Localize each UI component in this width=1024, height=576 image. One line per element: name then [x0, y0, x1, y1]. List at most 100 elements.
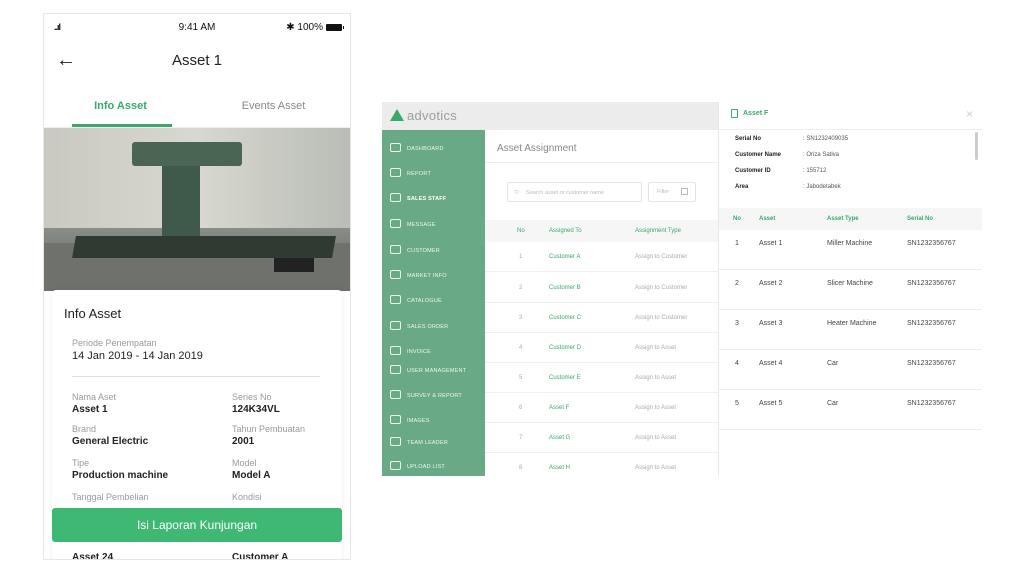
page-title: Asset 1 — [171, 52, 223, 69]
info-value: : Oriza Sativa — [803, 152, 840, 158]
card-title: Info Asset — [64, 306, 122, 321]
images-icon — [390, 415, 401, 424]
row-number: 1 — [735, 240, 739, 247]
asset-table-header: No Asset Asset Type Serial No — [719, 208, 982, 230]
row-number: 3 — [735, 320, 739, 327]
title-divider — [485, 162, 718, 163]
field-label: Tanggal Pembelian — [72, 492, 149, 502]
info-value: : Jabodetabek — [803, 184, 841, 190]
nav-label: SALES STAFF — [407, 196, 447, 202]
row-asset: Asset 3 — [759, 320, 783, 327]
report-icon — [390, 168, 401, 177]
search-input[interactable] — [526, 186, 638, 199]
machine-controls — [274, 258, 314, 272]
machine-head — [132, 142, 242, 166]
nav-label: USER MANAGEMENT — [407, 368, 467, 374]
nav-market-info[interactable]: MARKET INFO — [382, 265, 485, 287]
nav-label: SALES ORDER — [407, 324, 449, 330]
row-assigned-to: Customer C — [549, 315, 582, 321]
nav-message[interactable]: MESSAGE — [382, 214, 485, 236]
row-assigned-to: Asset G — [549, 435, 571, 441]
table-row[interactable]: 3 Asset 3 Heater Machine SN1232356767 — [719, 310, 982, 350]
table-row[interactable]: 1 Customer A Assign to Customer — [485, 242, 718, 272]
table-row[interactable]: 5 Customer E Assign to Asset — [485, 363, 718, 393]
row-assignment-type: Assign to Customer — [635, 254, 688, 260]
nav-report[interactable]: REPORT — [382, 163, 485, 185]
row-asset-type: Slicer Machine — [827, 280, 873, 287]
row-serial: SN1232356767 — [907, 320, 956, 327]
field-value: Production machine — [72, 470, 169, 481]
nav-images[interactable]: IMAGES — [382, 410, 485, 432]
card-divider — [72, 376, 320, 377]
invoice-icon — [390, 346, 401, 355]
nav-label: MESSAGE — [407, 222, 436, 228]
upload-list-icon — [390, 461, 401, 470]
clipboard-icon — [731, 109, 738, 118]
asset-photo — [44, 128, 350, 291]
field-value: 2001 — [232, 436, 255, 447]
nav-label: CATALOGUE — [407, 298, 442, 304]
customer-icon — [390, 245, 401, 254]
panel-scrollbar[interactable] — [975, 132, 978, 160]
field-value: Asset 24 — [72, 552, 114, 560]
info-label: Serial No — [735, 136, 762, 142]
table-row[interactable]: 4 Customer D Assign to Asset — [485, 333, 718, 363]
stage: ..ıl 9:41 AM ✱ 100% ← Asset 1 Info Asset… — [0, 0, 1024, 576]
nav-user-management[interactable]: USER MANAGEMENT — [382, 360, 485, 382]
nav-sales-staff[interactable]: SALES STAFF — [382, 188, 485, 210]
table-row[interactable]: 3 Customer C Assign to Customer — [485, 303, 718, 333]
nav-label: INVOICE — [407, 349, 432, 355]
row-assignment-type: Assign to Asset — [635, 465, 677, 471]
row-assignment-type: Assign to Customer — [635, 315, 688, 321]
filter-button[interactable]: Filter — [648, 182, 696, 202]
table-row[interactable]: 4 Asset 4 Car SN1232356767 — [719, 350, 982, 390]
nav-upload-list[interactable]: UPLOAD LIST — [382, 456, 485, 476]
row-number: 5 — [735, 400, 739, 407]
nav-team-leader[interactable]: TEAM LEADER — [382, 432, 485, 454]
battery-label: ✱ 100% — [286, 22, 323, 33]
placement-label: Periode Penempatan — [72, 338, 157, 348]
nav-label: REPORT — [407, 171, 432, 177]
table-row[interactable]: 5 Asset 5 Car SN1232356767 — [719, 390, 982, 430]
nav-customer[interactable]: CUSTOMER — [382, 240, 485, 262]
row-asset: Asset 5 — [759, 400, 783, 407]
nav-label: TEAM LEADER — [407, 440, 449, 446]
nav-dashboard[interactable]: DASHBOARD — [382, 138, 485, 160]
nav-label: CUSTOMER — [407, 248, 440, 254]
market-info-icon — [390, 270, 401, 279]
table-row[interactable]: 1 Asset 1 Miller Machine SN1232356767 — [719, 230, 982, 270]
field-label: Kondisi — [232, 492, 262, 502]
logo-text: advotics — [407, 108, 458, 123]
search-icon: ○ — [514, 187, 519, 196]
column-header: Asset — [759, 216, 776, 222]
mobile-tabs: Info Asset Events Asset — [44, 94, 350, 128]
table-row[interactable]: 6 Asset F Assign to Asset — [485, 393, 718, 423]
info-label: Customer Name — [735, 152, 782, 158]
status-bar: ..ıl 9:41 AM ✱ 100% — [44, 14, 350, 40]
submit-visit-report-button[interactable]: Isi Laporan Kunjungan — [52, 508, 342, 542]
row-number: 8 — [519, 465, 523, 471]
table-row[interactable]: 8 Asset H Assign to Asset — [485, 453, 718, 476]
catalogue-icon — [390, 295, 401, 304]
row-asset-type: Heater Machine — [827, 320, 877, 327]
nav-survey-report[interactable]: SURVEY & REPORT — [382, 385, 485, 407]
info-value: : 155712 — [803, 168, 827, 174]
tab-events-asset[interactable]: Events Asset — [197, 100, 350, 112]
field-label: Series No — [232, 392, 272, 402]
row-assigned-to: Customer E — [549, 375, 581, 381]
table-row[interactable]: 2 Customer B Assign to Customer — [485, 273, 718, 303]
nav-catalogue[interactable]: CATALOGUE — [382, 290, 485, 312]
row-number: 2 — [735, 280, 739, 287]
sidebar: DASHBOARD REPORT SALES STAFF MESSAGE CUS… — [382, 130, 485, 476]
main-content: Asset Assignment ○ Filter No Assigned To… — [485, 130, 718, 476]
table-row[interactable]: 2 Asset 2 Slicer Machine SN1232356767 — [719, 270, 982, 310]
table-row[interactable]: 7 Asset G Assign to Asset — [485, 423, 718, 453]
nav-sales-order[interactable]: SALES ORDER — [382, 316, 485, 338]
row-asset-type: Miller Machine — [827, 240, 873, 247]
tab-info-asset[interactable]: Info Asset — [44, 100, 197, 112]
close-icon[interactable]: × — [966, 107, 973, 121]
mobile-screen: ..ıl 9:41 AM ✱ 100% ← Asset 1 Info Asset… — [43, 13, 351, 560]
row-number: 5 — [519, 375, 523, 381]
panel-header: Asset F × — [719, 102, 982, 130]
nav-label: IMAGES — [407, 418, 430, 424]
